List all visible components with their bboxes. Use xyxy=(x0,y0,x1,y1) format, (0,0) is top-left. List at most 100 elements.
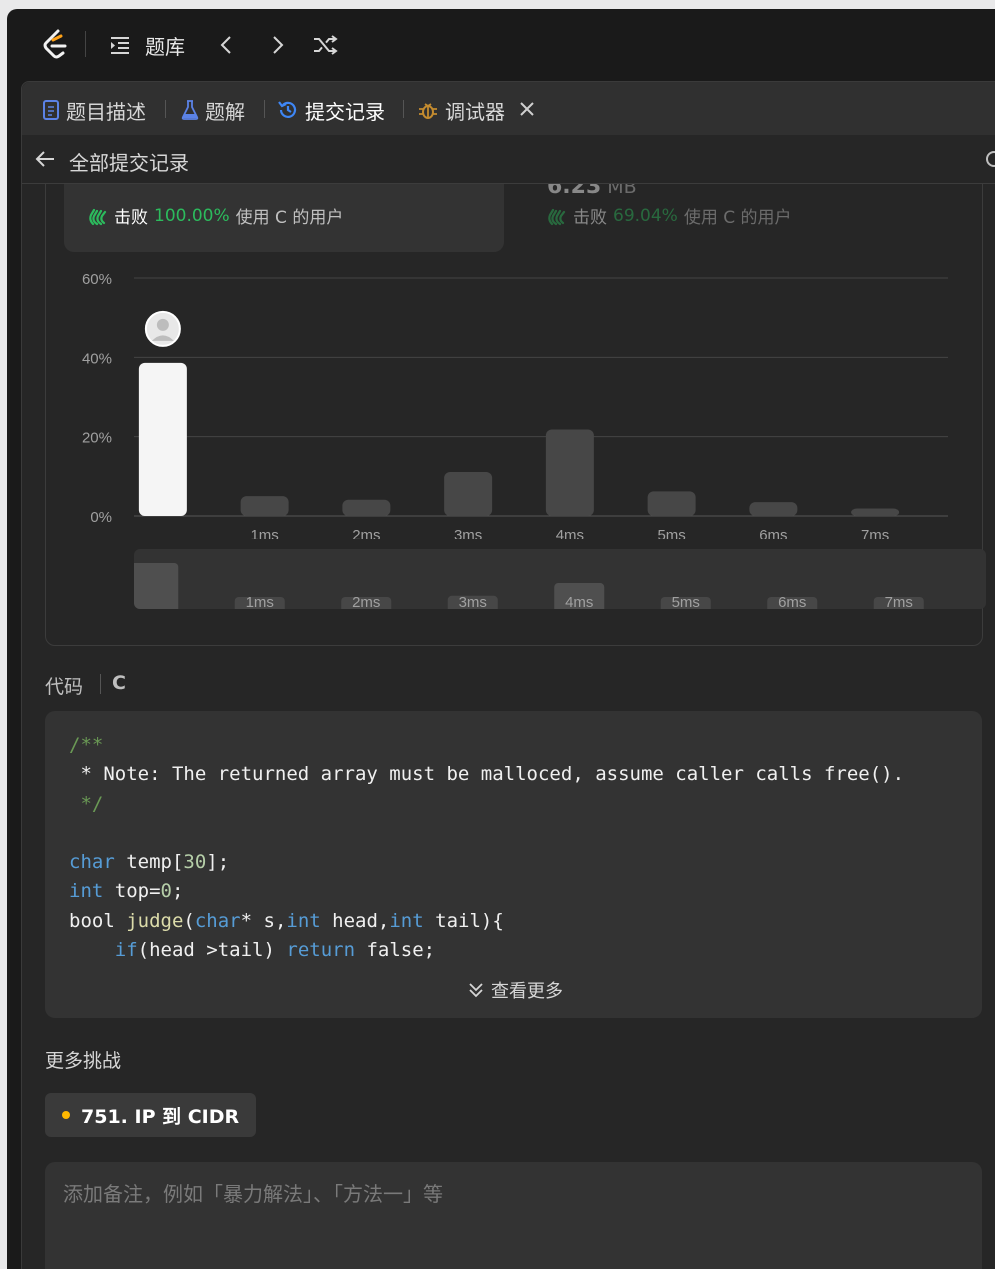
memory-beat-suffix: 使用 C 的用户 xyxy=(683,208,792,228)
code-line: * Note: The returned array must be mallo… xyxy=(69,763,905,786)
top-toolbar: 题库 xyxy=(7,9,995,81)
tab-solutions[interactable]: 题解 xyxy=(181,96,245,124)
history-icon xyxy=(278,101,297,118)
shuffle-icon[interactable] xyxy=(312,33,338,57)
code-line: bool judge(char* s,int head,int tail){ xyxy=(69,909,504,932)
chart-bar xyxy=(138,362,187,516)
mini-tick-label: 7ms xyxy=(885,594,913,609)
mini-tick-label: 1ms xyxy=(246,594,274,609)
chevron-right-icon[interactable] xyxy=(265,33,289,57)
tab-debugger-label: 调试器 xyxy=(445,99,505,124)
avatar-head xyxy=(156,318,169,331)
runtime-unit: ms xyxy=(109,184,137,186)
code-section-label: 代码 xyxy=(45,676,84,698)
tab-submissions-label: 提交记录 xyxy=(305,99,385,124)
runtime-beat-line: 击败 100.00% 使用 C 的用户 xyxy=(88,203,343,228)
code-line: char temp[30]; xyxy=(69,851,230,874)
code-line: /** xyxy=(69,734,104,756)
x-tick-label: 2ms xyxy=(352,527,380,539)
code-line: */ xyxy=(69,792,104,815)
x-tick-label: 7ms xyxy=(861,527,889,539)
bug-icon xyxy=(419,103,437,119)
runtime-beat-suffix: 使用 C 的用户 xyxy=(235,208,344,228)
show-more-button[interactable]: 查看更多 xyxy=(467,977,563,1003)
close-icon[interactable] xyxy=(519,101,535,117)
more-challenges-title: 更多挑战 xyxy=(45,1050,122,1072)
memory-beat-percent: 69.04% xyxy=(613,205,678,226)
chart-bar xyxy=(647,491,696,516)
chart-range-slider[interactable]: 1ms 2ms 3ms 4ms 5ms 6ms 7ms xyxy=(134,549,986,609)
submission-subheader: 全部提交记录 xyxy=(22,135,995,184)
code-line: int top=0; xyxy=(69,880,184,903)
flask-icon xyxy=(181,100,199,120)
memory-unit: MB xyxy=(607,184,637,198)
memory-beat-line: 击败 69.04% 使用 C 的用户 xyxy=(547,203,792,228)
memory-value: 6.23 xyxy=(547,184,602,199)
link-icon[interactable] xyxy=(984,149,995,169)
tab-divider xyxy=(403,100,404,118)
chevron-left-icon[interactable] xyxy=(215,33,239,57)
mini-tick-label: 3ms xyxy=(459,594,487,609)
y-tick-label: 40% xyxy=(82,350,112,367)
tab-description[interactable]: 题目描述 xyxy=(42,96,146,124)
memory-value-row: 6.23 MB xyxy=(547,184,637,199)
x-tick-label: 1ms xyxy=(250,527,278,539)
runtime-value-row: 0 ms xyxy=(88,184,138,187)
note-placeholder: 添加备注，例如「暴力解法」、「方法一」等 xyxy=(63,1182,443,1206)
runtime-value: 0 xyxy=(88,184,103,187)
clap-icon xyxy=(548,208,566,225)
arrow-left-icon[interactable] xyxy=(34,149,56,169)
double-chevron-down-icon xyxy=(469,983,483,998)
challenge-chip[interactable]: 751. IP 到 CIDR xyxy=(45,1093,257,1137)
runtime-stat-card[interactable]: 0 ms 击败 100.00% 使用 C 的用户 xyxy=(64,184,504,252)
mini-bar xyxy=(134,563,179,609)
y-tick-label: 20% xyxy=(82,430,112,447)
x-tick-label: 3ms xyxy=(454,527,482,539)
clap-icon xyxy=(89,208,107,225)
x-tick-label: 5ms xyxy=(657,527,685,539)
problem-library-link[interactable]: 题库 xyxy=(145,31,185,60)
chart-bar xyxy=(444,471,493,516)
description-icon xyxy=(43,100,59,120)
chart-bar xyxy=(240,496,289,516)
x-tick-label: 6ms xyxy=(759,527,787,539)
runtime-beat-label: 击败 xyxy=(114,208,148,228)
memory-beat-label: 击败 xyxy=(573,208,607,228)
range-slider-chart: 1ms 2ms 3ms 4ms 5ms 6ms 7ms xyxy=(134,563,924,609)
mini-tick-label: 6ms xyxy=(778,594,806,609)
chart-bar xyxy=(851,508,900,516)
submission-content: 0% 20% 40% 60% 1ms 2ms 3ms 4ms 5ms 6ms 7ms 1ms 2ms 3… xyxy=(22,184,995,1269)
chart-bar xyxy=(342,499,391,516)
code-line: if(head >tail) return false; xyxy=(114,939,436,962)
toolbar-divider xyxy=(85,31,86,57)
chart-bar xyxy=(749,502,798,516)
note-textarea[interactable]: 添加备注，例如「暴力解法」、「方法一」等 xyxy=(45,1162,982,1269)
tab-divider xyxy=(264,100,265,118)
challenge-chip-label: 751. IP 到 CIDR xyxy=(81,1105,240,1128)
code-language: C xyxy=(112,672,126,694)
tab-debugger[interactable]: 调试器 xyxy=(417,96,505,124)
code-label-divider xyxy=(100,674,101,694)
chart-bar xyxy=(545,429,594,516)
y-tick-label: 60% xyxy=(82,271,112,288)
mini-tick-label: 5ms xyxy=(672,594,700,609)
mini-tick-label: 4ms xyxy=(565,594,593,609)
tab-divider xyxy=(165,100,166,118)
list-icon[interactable] xyxy=(108,33,132,57)
show-more-label: 查看更多 xyxy=(491,981,563,1002)
tab-solutions-label: 题解 xyxy=(205,99,245,124)
tab-description-label: 题目描述 xyxy=(66,99,146,124)
runtime-beat-percent: 100.00% xyxy=(154,205,230,226)
tab-submissions[interactable]: 提交记录 xyxy=(277,96,385,124)
all-submissions-link[interactable]: 全部提交记录 xyxy=(69,147,189,176)
app-window: 题库 题目描述 题解 提交记录 调试器 全部提交记录 0% 20% 40% 60… xyxy=(7,9,995,1269)
runtime-distribution-card: 0% 20% 40% 60% 1ms 2ms 3ms 4ms 5ms 6ms 7ms 1ms 2ms 3… xyxy=(45,184,986,646)
mini-tick-label: 2ms xyxy=(352,594,380,609)
x-tick-label: 4ms xyxy=(556,527,584,539)
logo-icon[interactable] xyxy=(39,27,71,63)
code-content: /** * Note: The returned array must be m… xyxy=(69,731,904,965)
code-block[interactable]: /** * Note: The returned array must be m… xyxy=(45,711,982,1018)
submission-panel: 题目描述 题解 提交记录 调试器 全部提交记录 0% 20% 40% 60% 1… xyxy=(21,81,995,1269)
y-tick-label: 0% xyxy=(90,509,112,526)
